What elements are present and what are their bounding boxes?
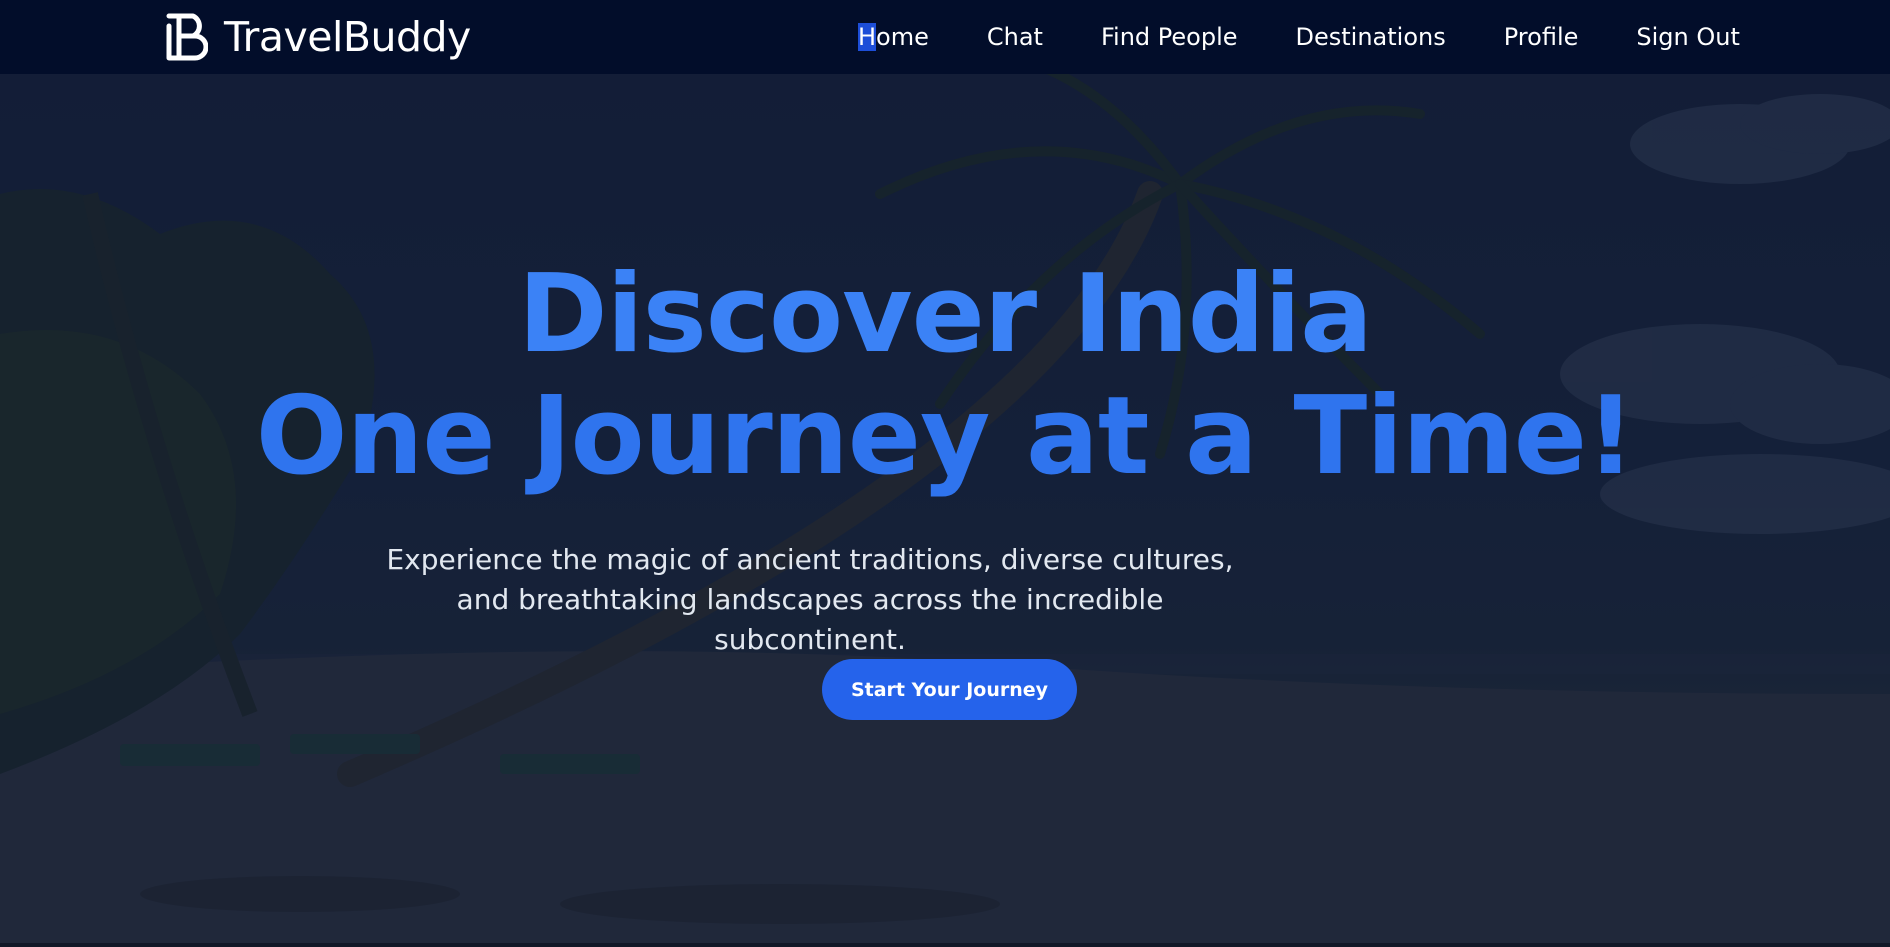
- nav-link-destinations[interactable]: Destinations: [1296, 23, 1446, 51]
- brand[interactable]: TravelBuddy: [166, 10, 471, 64]
- nav-link-chat[interactable]: Chat: [987, 23, 1043, 51]
- hero-title-line2: One Journey at a Time!: [255, 374, 1636, 499]
- page-bottom-edge: [0, 943, 1890, 947]
- hero-section: Discover India One Journey at a Time! Ex…: [0, 74, 1890, 947]
- nav-links: Home Chat Find People Destinations Profi…: [858, 0, 1740, 74]
- nav-link-home[interactable]: Home: [858, 23, 929, 51]
- hero-title: Discover India One Journey at a Time!: [0, 254, 1890, 498]
- nav-link-find-people[interactable]: Find People: [1101, 23, 1238, 51]
- text-caret: H: [858, 23, 877, 51]
- nav-link-home-rest: ome: [876, 23, 929, 51]
- hero-subtitle: Experience the magic of ancient traditio…: [386, 543, 1234, 656]
- brand-name: TravelBuddy: [224, 13, 471, 61]
- start-journey-button[interactable]: Start Your Journey: [822, 659, 1077, 720]
- tb-monogram-icon: [166, 13, 208, 61]
- top-navbar: TravelBuddy Home Chat Find People Destin…: [0, 0, 1890, 74]
- nav-link-sign-out[interactable]: Sign Out: [1636, 23, 1740, 51]
- hero-title-line1: Discover India: [518, 252, 1373, 377]
- nav-link-profile[interactable]: Profile: [1504, 23, 1579, 51]
- hero-overlay: [0, 74, 1890, 947]
